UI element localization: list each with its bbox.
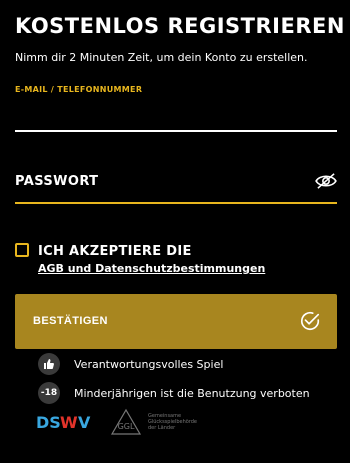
svg-text:W: W bbox=[60, 413, 78, 432]
page-subtitle: Nimm dir 2 Minuten Zeit, um dein Konto z… bbox=[15, 51, 308, 64]
confirm-button[interactable]: BESTÄTIGEN bbox=[15, 294, 337, 349]
svg-text:GGL: GGL bbox=[118, 422, 135, 431]
thumbs-up-icon bbox=[38, 353, 60, 375]
footer-logos: DS W V GGL Gemeinsame Glücksspielbehörde… bbox=[36, 408, 206, 436]
svg-text:V: V bbox=[78, 413, 91, 432]
age-restriction-icon: -18 bbox=[38, 382, 60, 404]
terms-link[interactable]: AGB und Datenschutzbestimmungen bbox=[38, 262, 265, 275]
age-restriction-text: Minderjährigen ist die Benutzung verbote… bbox=[74, 386, 310, 400]
email-field[interactable] bbox=[15, 100, 337, 132]
age-restriction-row: -18 Minderjährigen ist die Benutzung ver… bbox=[38, 382, 310, 404]
terms-checkbox[interactable] bbox=[15, 243, 29, 257]
email-field-label: E-MAIL / TELEFONNUMMER bbox=[15, 85, 143, 94]
ggl-logo: GGL bbox=[110, 408, 142, 435]
page-title: KOSTENLOS REGISTRIEREN bbox=[15, 14, 345, 38]
eye-icon[interactable] bbox=[315, 172, 337, 190]
dswv-logo: DS W V bbox=[36, 413, 91, 432]
svg-text:DS: DS bbox=[36, 413, 61, 432]
responsible-gaming-row: Verantwortungsvolles Spiel bbox=[38, 353, 223, 375]
ggl-caption: Gemeinsame Glücksspielbehörde der Länder bbox=[148, 413, 198, 431]
check-circle-icon bbox=[301, 311, 320, 331]
password-field-label: PASSWORT bbox=[15, 174, 99, 189]
terms-label: ICH AKZEPTIERE DIE bbox=[38, 244, 192, 259]
responsible-gaming-text: Verantwortungsvolles Spiel bbox=[74, 357, 224, 371]
confirm-button-label: BESTÄTIGEN bbox=[33, 315, 108, 327]
password-field[interactable]: PASSWORT bbox=[15, 168, 337, 204]
